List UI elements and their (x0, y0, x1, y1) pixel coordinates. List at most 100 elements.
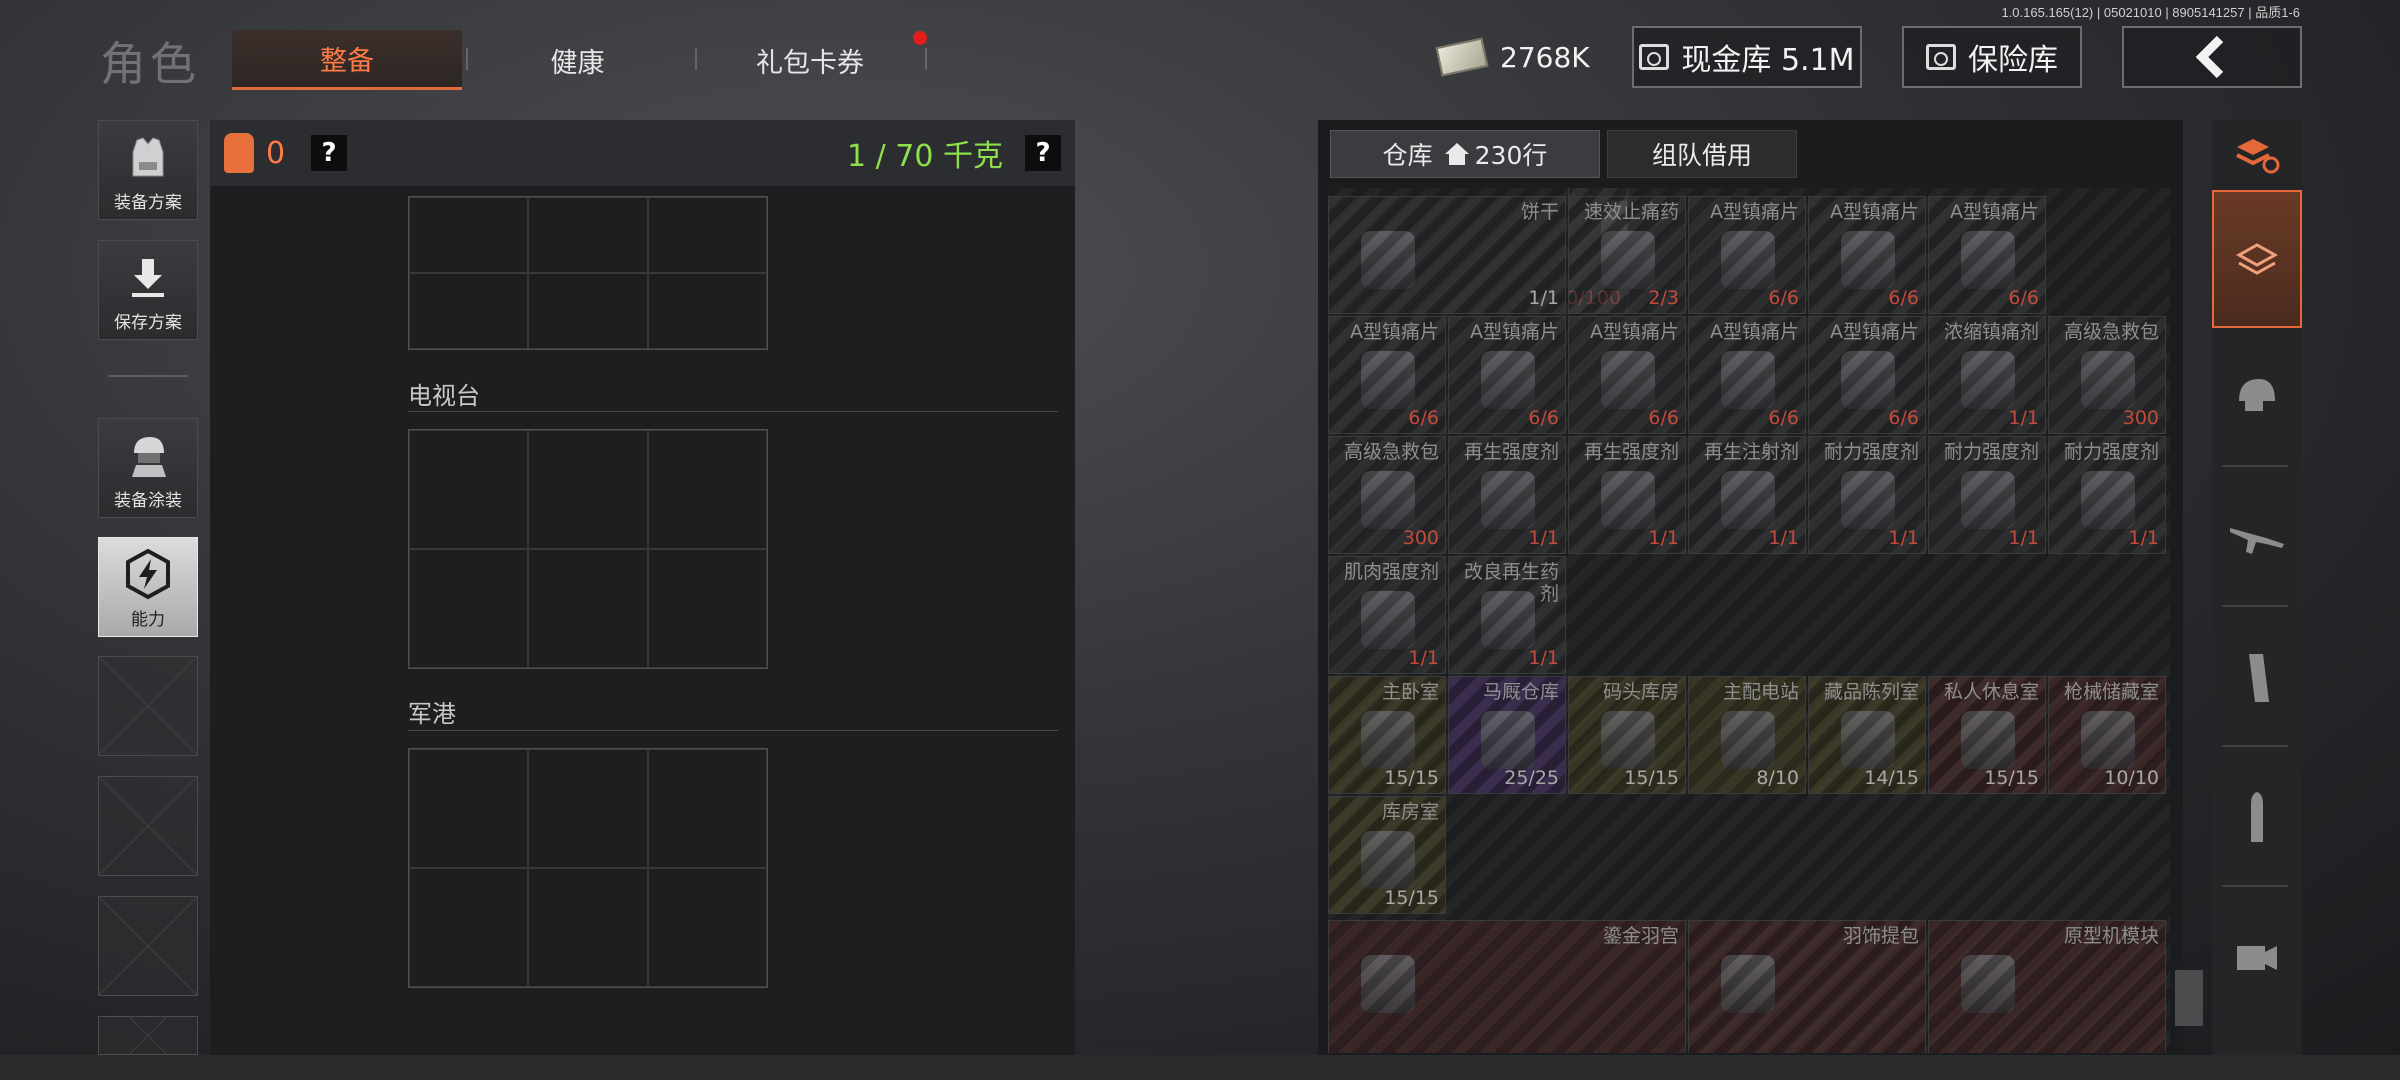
inventory-item[interactable]: A型镇痛片 6/6 (1328, 316, 1446, 434)
grid-slot[interactable] (647, 273, 767, 349)
tool-loadout-plan[interactable]: 装备方案 (98, 120, 198, 220)
grid-slot[interactable] (409, 430, 529, 549)
tab-loadout[interactable]: 整备 (232, 30, 462, 90)
inventory-item[interactable]: 高级急救包 300 (1328, 436, 1446, 554)
item-name: A型镇痛片 (1710, 201, 1799, 223)
inventory-item[interactable]: A型镇痛片 6/6 (1808, 196, 1926, 314)
grid-slot[interactable] (528, 549, 648, 668)
warehouse-scrollbar[interactable] (2175, 970, 2203, 1026)
inventory-item[interactable]: A型镇痛片 6/6 (1448, 316, 1566, 434)
grid-slot[interactable] (647, 430, 767, 549)
category-divider (2222, 885, 2288, 887)
item-name: A型镇痛片 (1950, 201, 2039, 223)
grid-slot[interactable] (647, 749, 767, 868)
inventory-item[interactable]: 肌肉强度剂 1/1 (1328, 556, 1446, 674)
category-rifle[interactable] (2212, 478, 2302, 598)
inventory-item[interactable]: A型镇痛片 6/6 (1808, 316, 1926, 434)
grid-slot[interactable] (409, 868, 529, 987)
category-magazine[interactable] (2212, 618, 2302, 738)
grid-slot[interactable] (647, 549, 767, 668)
back-arrow-icon (2195, 35, 2224, 79)
tool-ability[interactable]: 能力 (98, 537, 198, 637)
money-amount: 2768K (1500, 40, 1590, 74)
inventory-item[interactable]: 马厩仓库 25/25 (1448, 676, 1566, 794)
item-count: 1/1 (1528, 527, 1559, 549)
grid-slot[interactable] (528, 868, 648, 987)
inventory-item[interactable]: 藏品陈列室 14/15 (1808, 676, 1926, 794)
grid-slot[interactable] (409, 749, 529, 868)
inventory-item[interactable]: 饼干 1/1 (1328, 196, 1566, 314)
tool-save-plan[interactable]: 保存方案 (98, 240, 198, 340)
inventory-item[interactable]: 库房室 15/15 (1328, 796, 1446, 914)
inventory-item[interactable]: 羽饰提包 (1688, 920, 1926, 1053)
grid-slot[interactable] (528, 197, 648, 273)
inventory-item[interactable]: 高级急救包 300 (2048, 316, 2166, 434)
cash-vault-label: 现金库 5.1M (1681, 43, 1855, 78)
item-name: 浓缩镇痛剂 (1943, 321, 2039, 343)
inventory-item[interactable]: 耐力强度剂 1/1 (1928, 436, 2046, 554)
grid-slot[interactable] (528, 430, 648, 549)
inventory-item[interactable]: A型镇痛片 6/6 (1688, 196, 1806, 314)
section-divider (408, 411, 1058, 412)
inventory-item[interactable]: 速效止痛药 2/3 (1568, 196, 1686, 314)
inventory-item[interactable]: 再生强度剂 1/1 (1568, 436, 1686, 554)
tab-gift-cards[interactable]: 礼包卡券 (700, 30, 920, 90)
item-name: 库房室 (1381, 801, 1439, 823)
tab-health[interactable]: 健康 (480, 30, 675, 90)
inventory-item[interactable]: 耐力强度剂 1/1 (2048, 436, 2166, 554)
item-name: A型镇痛片 (1470, 321, 1559, 343)
inventory-item[interactable]: A型镇痛片 6/6 (1928, 196, 2046, 314)
category-divider (2222, 605, 2288, 607)
tool-label: 装备方案 (114, 193, 182, 213)
inventory-item[interactable]: 耐力强度剂 1/1 (1808, 436, 1926, 554)
item-name: 原型机模块 (2063, 925, 2159, 947)
inventory-item[interactable]: 再生注射剂 1/1 (1688, 436, 1806, 554)
inventory-item[interactable]: 码头库房 15/15 (1568, 676, 1686, 794)
item-name: 耐力强度剂 (1823, 441, 1919, 463)
category-stack[interactable] (2212, 190, 2302, 328)
armor-vest-icon (121, 132, 175, 182)
item-count: 6/6 (1768, 407, 1799, 429)
inventory-item[interactable]: 私人休息室 15/15 (1928, 676, 2046, 794)
warehouse-grid[interactable]: 饼干1/1100/100速效止痛药2/3A型镇痛片6/6A型镇痛片6/6A型镇痛… (1328, 188, 2170, 1053)
item-name: 耐力强度剂 (2063, 441, 2159, 463)
weight-help-button[interactable]: ? (1025, 135, 1061, 171)
inventory-item[interactable]: 枪械储藏室 10/10 (2048, 676, 2166, 794)
safe-box-button[interactable]: 保险库 (1902, 26, 2082, 88)
inventory-item[interactable]: A型镇痛片 6/6 (1568, 316, 1686, 434)
item-name: 枪械储藏室 (2063, 681, 2159, 703)
category-helmet[interactable] (2212, 335, 2302, 455)
item-name: 再生强度剂 (1463, 441, 1559, 463)
grid-slot[interactable] (409, 549, 529, 668)
item-name: 饼干 (1520, 201, 1559, 223)
tab-warehouse[interactable]: 仓库 230行 (1330, 130, 1600, 178)
item-name: 速效止痛药 (1583, 201, 1679, 223)
grid-slot[interactable] (409, 197, 529, 273)
grid-slot[interactable] (647, 197, 767, 273)
back-button[interactable] (2122, 26, 2302, 88)
tab-team-borrow[interactable]: 组队借用 (1607, 130, 1797, 178)
grid-slot[interactable] (528, 273, 648, 349)
container-grid-tv-station[interactable] (408, 429, 768, 669)
inventory-item[interactable]: 再生强度剂 1/1 (1448, 436, 1566, 554)
inventory-item[interactable]: 改良再生药剂 1/1 (1448, 556, 1566, 674)
inventory-item[interactable]: A型镇痛片 6/6 (1688, 316, 1806, 434)
tool-equipment-skin[interactable]: 装备涂装 (98, 418, 198, 518)
inventory-item[interactable]: 主配电站 8/10 (1688, 676, 1806, 794)
help-button[interactable]: ? (311, 135, 348, 171)
grid-slot[interactable] (528, 749, 648, 868)
inventory-item[interactable]: 浓缩镇痛剂 1/1 (1928, 316, 2046, 434)
category-ammo[interactable] (2212, 758, 2302, 878)
cash-vault-button[interactable]: 现金库 5.1M (1632, 26, 1862, 88)
item-count: 15/15 (1384, 767, 1439, 789)
inventory-item[interactable]: 鎏金羽宫 (1328, 920, 1686, 1053)
inventory-item[interactable]: 主卧室 15/15 (1328, 676, 1446, 794)
item-name: 羽饰提包 (1842, 925, 1919, 947)
category-all[interactable] (2212, 120, 2302, 190)
grid-slot[interactable] (409, 273, 529, 349)
category-scope[interactable] (2212, 898, 2302, 1018)
container-grid-naval-port[interactable] (408, 748, 768, 988)
container-grid[interactable] (408, 196, 768, 350)
grid-slot[interactable] (647, 868, 767, 987)
inventory-item[interactable]: 原型机模块 (1928, 920, 2166, 1053)
